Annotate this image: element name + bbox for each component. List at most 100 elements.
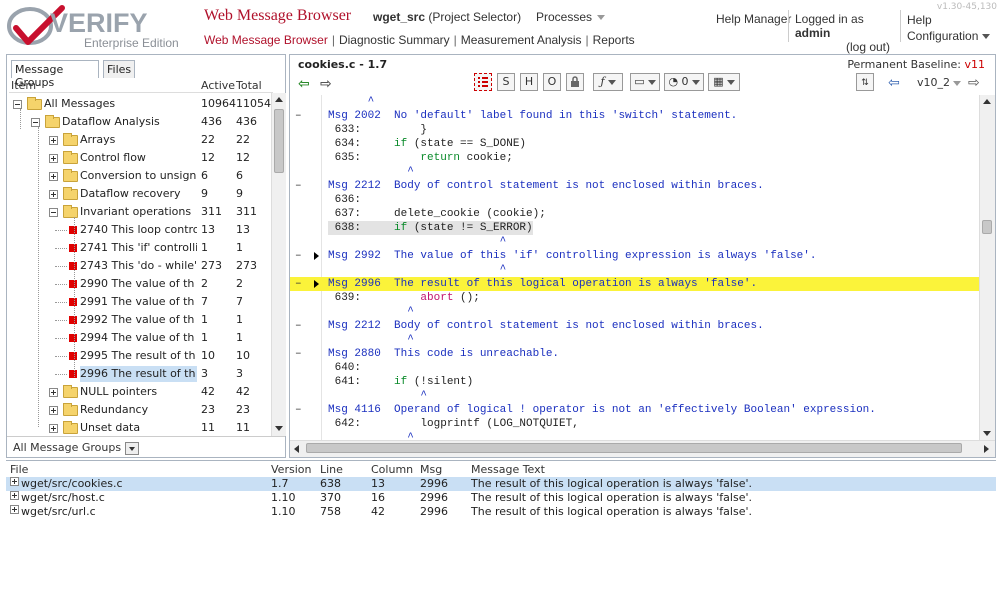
project-selector[interactable]: wget_src (Project Selector) <box>373 10 521 24</box>
collapse-icon[interactable] <box>13 100 22 109</box>
tree-message-item[interactable]: 2991 The value of th 7 7 <box>7 293 273 311</box>
grid-menu-button[interactable]: ▦ <box>708 73 740 91</box>
tree-item-label[interactable]: Dataflow Analysis <box>62 114 197 130</box>
expand-icon[interactable] <box>10 505 19 514</box>
collapse-marker[interactable]: – <box>295 403 302 417</box>
col-line[interactable]: Line <box>320 463 343 476</box>
tree-message-item[interactable]: 2990 The value of th 2 2 <box>7 275 273 293</box>
processes-label[interactable]: Processes <box>536 10 592 24</box>
configuration-label[interactable]: Configuration <box>907 29 978 43</box>
code-scrollbar[interactable] <box>979 95 995 440</box>
show-all-messages-button[interactable] <box>474 73 492 91</box>
help-manager-link[interactable]: Help Manager <box>716 12 791 26</box>
suppressed-filter-button[interactable]: S <box>497 73 515 91</box>
tree-message-item[interactable]: 2741 This 'if' controllir 1 1 <box>7 239 273 257</box>
scroll-down-button[interactable] <box>980 426 994 440</box>
collapse-marker[interactable]: – <box>295 179 302 193</box>
tree-folder-item[interactable]: NULL pointers 42 42 <box>7 383 273 401</box>
expand-icon[interactable] <box>49 388 58 397</box>
tree-message-item[interactable]: 2994 The value of th 1 1 <box>7 329 273 347</box>
table-row[interactable]: wget/src/cookies.c 1.7 638 13 2996 The result… <box>6 477 996 491</box>
col-msg[interactable]: Msg <box>420 463 442 476</box>
tree-item-label[interactable]: 2996 The result of th <box>80 366 197 382</box>
tree-folder-item[interactable]: Invariant operations 311 311 <box>7 203 273 221</box>
col-column[interactable]: Column <box>371 463 413 476</box>
group-selector-value[interactable]: All Message Groups <box>13 441 121 454</box>
tree-item-label[interactable]: Arrays <box>80 132 197 148</box>
tree-scrollbar[interactable] <box>271 93 286 436</box>
processes-menu[interactable]: Processes <box>536 10 606 24</box>
table-row[interactable]: wget/src/url.c 1.10 758 42 2996 The result of… <box>6 505 996 519</box>
col-item[interactable]: Item <box>11 79 36 92</box>
source-code-view[interactable]: ^ – Msg 2002 No 'default' label found in t… <box>290 95 979 440</box>
tab-files[interactable]: Files <box>103 60 135 78</box>
expand-triangle-icon[interactable] <box>314 280 319 288</box>
collapse-icon[interactable] <box>49 208 58 217</box>
dropdown-icon[interactable] <box>125 441 140 455</box>
expand-icon[interactable] <box>10 477 19 486</box>
tree-item-label[interactable]: Redundancy <box>80 402 197 418</box>
collapse-marker[interactable]: – <box>295 347 302 361</box>
tree-item-label[interactable]: All Messages <box>44 96 197 112</box>
configuration-menu[interactable]: Configuration <box>907 28 991 44</box>
tree-message-item[interactable]: 2996 The result of th 3 3 <box>7 365 273 383</box>
diagnostic-message-line[interactable]: – Msg 2212 Body of control statement is n… <box>290 319 979 333</box>
tree-message-item[interactable]: 2743 This 'do - while' 273 273 <box>7 257 273 275</box>
tree-item-label[interactable]: Control flow <box>80 150 197 166</box>
forward-arrow-icon[interactable]: ⇨ <box>320 76 332 92</box>
tree-item-label[interactable]: 2990 The value of th <box>80 276 197 292</box>
nav-diagnostic-summary[interactable]: Diagnostic Summary <box>339 33 450 47</box>
baseline-value[interactable]: v11 <box>964 58 985 71</box>
other-filter-button[interactable]: O <box>543 73 561 91</box>
diagnostic-message-line[interactable]: – Msg 2992 The value of this 'if' control… <box>290 249 979 263</box>
expand-triangle-icon[interactable] <box>314 252 319 260</box>
col-file[interactable]: File <box>10 463 28 476</box>
previous-version-icon[interactable]: ⇦ <box>888 75 900 91</box>
lock-button[interactable] <box>566 73 584 91</box>
diagnostic-message-line[interactable]: – Msg 4116 Operand of logical ! operator … <box>290 403 979 417</box>
tree-message-item[interactable]: 2992 The value of th 1 1 <box>7 311 273 329</box>
scroll-up-button[interactable] <box>980 95 994 109</box>
next-version-icon[interactable]: ⇨ <box>968 75 980 91</box>
tree-item-label[interactable]: 2740 This loop contro <box>80 222 197 238</box>
collapse-marker[interactable]: – <box>295 109 302 123</box>
tree-item-label[interactable]: 2991 The value of th <box>80 294 197 310</box>
col-total[interactable]: Total <box>236 79 262 92</box>
function-menu-button[interactable]: ƒ <box>593 73 623 91</box>
tree-folder-item[interactable]: Unset data 11 11 <box>7 419 273 435</box>
version-value[interactable]: v10_2 <box>917 76 950 89</box>
annotation-menu-button[interactable]: ▭ <box>630 73 660 91</box>
expand-icon[interactable] <box>49 154 58 163</box>
tree-folder-item[interactable]: All Messages 10964 11054 <box>7 95 273 113</box>
tree-folder-item[interactable]: Control flow 12 12 <box>7 149 273 167</box>
scroll-thumb[interactable] <box>274 109 284 173</box>
tree-item-label[interactable]: Invariant operations <box>80 204 197 220</box>
scroll-left-button[interactable] <box>290 442 304 456</box>
code-hscrollbar[interactable] <box>290 440 995 457</box>
version-selector[interactable]: v10_2 <box>917 76 962 89</box>
expand-icon[interactable] <box>10 491 19 500</box>
collapse-marker[interactable]: – <box>295 319 302 333</box>
tree-folder-item[interactable]: Dataflow Analysis 436 436 <box>7 113 273 131</box>
expand-icon[interactable] <box>49 190 58 199</box>
tree-item-label[interactable]: Conversion to unsigned <box>80 168 197 184</box>
nav-measurement-analysis[interactable]: Measurement Analysis <box>461 33 582 47</box>
scroll-down-button[interactable] <box>272 421 286 435</box>
table-row[interactable]: wget/src/host.c 1.10 370 16 2996 The result o… <box>6 491 996 505</box>
tree-item-label[interactable]: 2995 The result of th <box>80 348 197 364</box>
expand-icon[interactable] <box>49 136 58 145</box>
tree-folder-item[interactable]: Redundancy 23 23 <box>7 401 273 419</box>
tree-item-label[interactable]: 2743 This 'do - while' <box>80 258 197 274</box>
diagnostic-message-line[interactable]: – Msg 2002 No 'default' label found in th… <box>290 109 979 123</box>
metrics-menu-button[interactable]: ◔ 0 <box>664 73 704 91</box>
collapse-icon[interactable] <box>31 118 40 127</box>
tree-message-item[interactable]: 2740 This loop contro 13 13 <box>7 221 273 239</box>
tree-item-label[interactable]: NULL pointers <box>80 384 197 400</box>
diagnostic-message-line[interactable]: – Msg 2212 Body of control statement is n… <box>290 179 979 193</box>
tree-item-label[interactable]: 2992 The value of th <box>80 312 197 328</box>
compare-button[interactable]: ⇅ <box>856 73 874 91</box>
project-name[interactable]: wget_src <box>373 10 425 24</box>
tree-item-label[interactable]: Unset data <box>80 420 197 435</box>
message-group-selector[interactable]: All Message Groups <box>13 441 140 455</box>
scroll-thumb[interactable] <box>982 220 992 234</box>
